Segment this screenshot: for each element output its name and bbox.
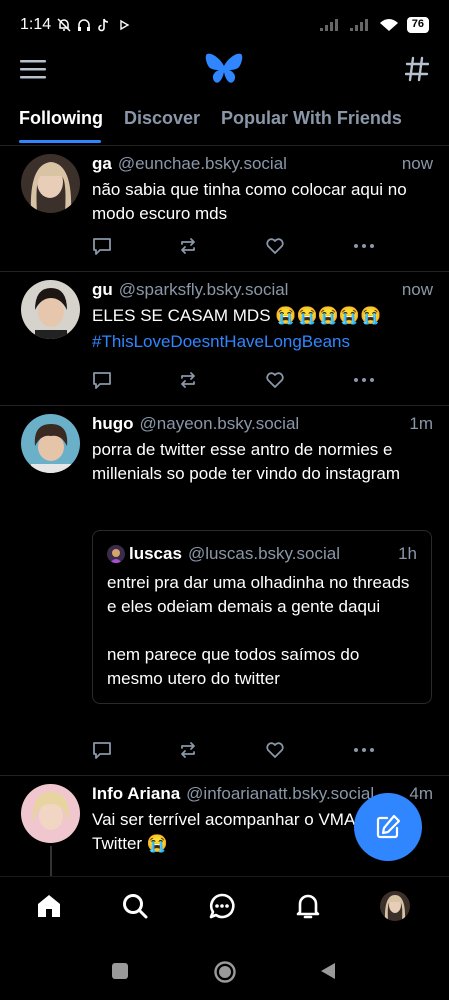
back-icon[interactable] [319,962,337,980]
reply-icon[interactable] [92,740,112,760]
quoted-avatar[interactable] [107,545,125,563]
avatar[interactable] [21,280,80,339]
like-icon[interactable] [265,236,285,256]
more-options-icon[interactable] [352,236,376,256]
bell-icon [296,894,320,919]
signal-icon [349,19,368,31]
post-timestamp: now [401,280,433,299]
quoted-author-name[interactable]: luscas [129,544,182,564]
home-circle-icon[interactable] [213,960,237,984]
post-author-handle[interactable]: @eunchae.bsky.social [118,154,287,176]
reply-icon[interactable] [92,236,112,256]
post-author-name[interactable]: hugo [92,414,134,436]
nav-chat[interactable] [207,891,237,921]
nav-search[interactable] [120,891,150,921]
post-timestamp: 1m [409,414,433,433]
post-actions [92,740,392,764]
avatar[interactable] [21,784,80,843]
hashtag-link[interactable]: #ThisLoveDoesntHaveLongBeans [92,332,350,351]
post-actions [92,370,392,394]
thread-line [50,846,52,876]
post-text: ELES SE CASAM MDS 😭😭😭😭😭 [92,306,382,325]
reply-icon[interactable] [92,370,112,390]
nav-notifications[interactable] [293,891,323,921]
signal-icon [319,19,338,31]
status-time: 1:14 [20,16,52,33]
more-options-icon[interactable] [352,370,376,390]
compose-button[interactable] [354,793,422,861]
tiktok-icon [98,18,109,32]
post-author-handle[interactable]: @infoarianatt.bsky.social [186,784,374,806]
repost-icon[interactable] [178,740,198,760]
feed-tabs: Following Discover Popular With Friends [0,100,449,146]
tab-discover[interactable]: Discover [124,108,200,129]
battery-icon: 76 [406,17,429,33]
hashtag-icon[interactable] [405,56,429,82]
headphones-icon [78,19,91,31]
repost-icon[interactable] [178,236,198,256]
post[interactable]: ga @eunchae.bsky.social now não sabia qu… [0,146,449,272]
avatar[interactable] [21,154,80,213]
chat-icon [209,893,235,919]
post-author-handle[interactable]: @sparksfly.bsky.social [119,280,289,302]
active-tab-indicator [19,140,101,143]
post-content: ga @eunchae.bsky.social now não sabia qu… [92,154,433,226]
play-icon [120,19,130,31]
like-icon[interactable] [265,370,285,390]
like-icon[interactable] [265,740,285,760]
wifi-icon [379,19,398,31]
post-text: não sabia que tinha como colocar aqui no… [92,180,412,223]
post-timestamp: now [401,154,433,173]
quoted-timestamp: 1h [398,544,417,563]
home-icon [38,895,60,917]
top-bar [0,50,449,100]
post-author-name[interactable]: gu [92,280,113,302]
quoted-author-handle[interactable]: @luscas.bsky.social [188,544,340,564]
quoted-post[interactable]: luscas @luscas.bsky.social 1h entrei pra… [92,530,432,704]
avatar[interactable] [21,414,80,473]
menu-icon[interactable] [20,58,46,80]
mute-icon [57,18,71,32]
butterfly-logo-icon[interactable] [205,52,243,86]
post-author-name[interactable]: ga [92,154,112,176]
quoted-text: entrei pra dar uma olhadinha no threads … [107,573,410,688]
post[interactable]: gu @sparksfly.bsky.social now ELES SE CA… [0,272,449,406]
recent-apps-icon[interactable] [111,962,129,980]
repost-icon[interactable] [178,370,198,390]
profile-avatar[interactable] [380,891,410,921]
status-bar: 1:14 76 [0,0,449,50]
system-nav-bar [0,938,449,1000]
nav-home[interactable] [34,891,64,921]
post[interactable]: hugo @nayeon.bsky.social 1m porra de twi… [0,406,449,776]
post-author-name[interactable]: Info Ariana [92,784,180,806]
tab-popular-with-friends[interactable]: Popular With Friends [221,108,402,129]
bottom-nav [0,876,449,938]
more-options-icon[interactable] [352,740,376,760]
compose-icon [376,814,401,839]
tab-following[interactable]: Following [19,108,103,129]
post-content: gu @sparksfly.bsky.social now ELES SE CA… [92,280,433,354]
post-content: hugo @nayeon.bsky.social 1m porra de twi… [92,414,433,486]
post-author-handle[interactable]: @nayeon.bsky.social [140,414,300,436]
search-icon [123,894,148,919]
post-text: porra de twitter esse antro de normies e… [92,440,401,483]
feed: ga @eunchae.bsky.social now não sabia qu… [0,146,449,876]
post-actions [92,236,392,260]
